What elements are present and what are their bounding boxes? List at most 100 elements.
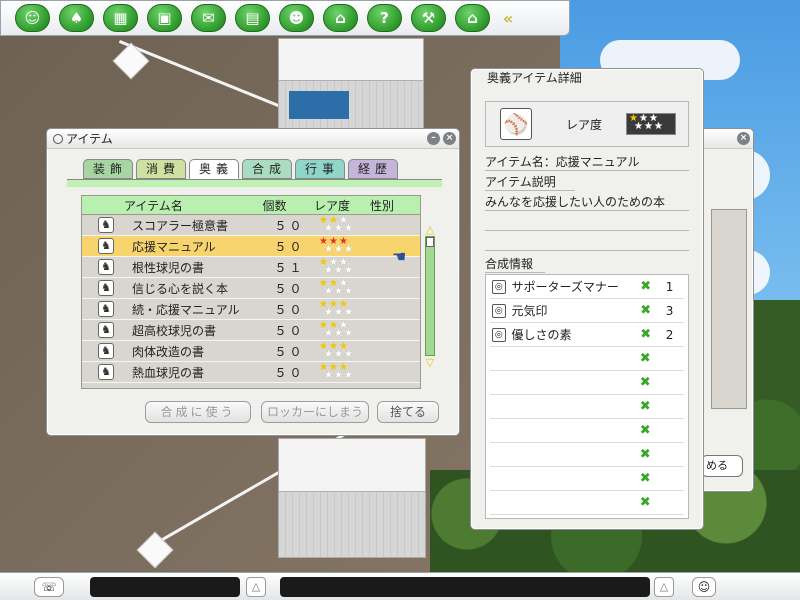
discard-button[interactable]: 捨てる: [377, 401, 439, 423]
home-icon[interactable]: ⌂: [455, 4, 490, 32]
item-rarity: ★ ★ ★ ★ ★ ★: [317, 321, 377, 339]
rarity-star-icon: ★: [654, 121, 663, 132]
book-item-icon: ♞: [98, 322, 114, 338]
compose-mark-icon: ✖: [639, 351, 651, 366]
list-item[interactable]: ♞ 応援マニュアル ５０ ★ ★ ★ ★ ★ ★: [82, 236, 420, 257]
back-list-panel: [711, 209, 747, 409]
player-icon[interactable]: ♠: [59, 4, 94, 32]
baseball-item-icon: ⚾: [500, 108, 532, 140]
scroll-down-icon[interactable]: ▽: [423, 356, 437, 369]
item-name: 熱血球児の書: [132, 365, 205, 380]
back-window: × める: [700, 128, 754, 492]
compose-qty: 1: [665, 279, 674, 294]
tab-compose[interactable]: 合成: [242, 159, 292, 179]
item-rarity: ★ ★ ★ ★ ★ ★: [317, 279, 377, 297]
tab-equip[interactable]: 装飾: [83, 159, 133, 179]
compose-mark-icon: ✖: [639, 423, 651, 438]
close-icon[interactable]: ×: [737, 132, 750, 145]
compose-item-name: 元気印: [511, 304, 548, 318]
compose-mark-icon: ✖: [639, 495, 651, 510]
item-rarity: ★ ★ ★ ★ ★ ★: [317, 300, 377, 318]
item-name: 続・応援マニュアル: [132, 302, 240, 317]
notebook-icon[interactable]: ▤: [235, 4, 270, 32]
compose-item-name: 優しさの素: [511, 328, 572, 342]
profile-icon[interactable]: ☺: [15, 4, 50, 32]
rarity-star-icon: ★: [334, 307, 343, 318]
close-icon[interactable]: ×: [443, 132, 456, 145]
book-item-icon: ♞: [98, 343, 114, 359]
building-icon[interactable]: ⌂: [323, 4, 358, 32]
item-window-titlebar[interactable]: アイテム – ×: [47, 129, 459, 149]
rarity-star-icon: ★: [344, 328, 353, 339]
up-arrow-icon[interactable]: △: [654, 577, 674, 597]
rarity-star-icon: ★: [324, 286, 333, 297]
compose-qty: 3: [665, 303, 674, 318]
tab-history[interactable]: 経歴: [348, 159, 398, 179]
list-item[interactable]: ♞ 超高校球児の書 ５０ ★ ★ ★ ★ ★ ★: [82, 320, 420, 341]
rarity-star-icon: ★: [324, 370, 333, 381]
item-tabs: 装飾 消費 奥義 合成 行事 経歴: [83, 159, 398, 179]
compose-row: ✖: [490, 371, 684, 395]
bottom-bar: ☏ △ △ ☺: [0, 572, 800, 600]
item-rarity: ★ ★ ★ ★ ★ ★: [317, 363, 377, 381]
item-count: ５０: [274, 239, 305, 254]
message-input[interactable]: [280, 577, 650, 597]
list-item[interactable]: ♞ 根性球児の書 ５１ ★ ★ ★ ★ ★ ★: [82, 257, 420, 278]
list-item[interactable]: ♞ 熱血球児の書 ５０ ★ ★ ★ ★ ★ ★: [82, 362, 420, 383]
list-item[interactable]: ♞ 肉体改造の書 ５０ ★ ★ ★ ★ ★ ★: [82, 341, 420, 362]
item-rarity: ★ ★ ★ ★ ★ ★: [317, 258, 377, 276]
compose-mark-icon: ✖: [640, 327, 652, 342]
store-locker-button[interactable]: ロッカーにしまう: [261, 401, 369, 423]
rarity-star-icon: ★: [334, 244, 343, 255]
compose-row: ✖: [490, 419, 684, 443]
item-list: アイテム名 個数 レア度 性別 ♞ スコアラー極意書 ５０ ★ ★ ★ ★ ★ ★ ♞ 応援マニュア…: [81, 195, 421, 389]
collapse-toolbar-icon[interactable]: «: [499, 8, 517, 28]
tab-secret[interactable]: 奥義: [189, 159, 239, 179]
compose-qty: 2: [665, 327, 674, 342]
rarity-star-icon: ★: [634, 121, 643, 132]
scroll-track[interactable]: [425, 236, 435, 356]
gift-icon[interactable]: ▣: [147, 4, 182, 32]
tab-event[interactable]: 行事: [295, 159, 345, 179]
list-item[interactable]: ♞ 続・応援マニュアル ５０ ★ ★ ★ ★ ★ ★: [82, 299, 420, 320]
scroll-thumb[interactable]: [426, 237, 434, 247]
item-count: ５０: [274, 281, 305, 296]
scroll-up-icon[interactable]: △: [423, 223, 437, 236]
chat-icon[interactable]: ☏: [34, 577, 64, 597]
up-arrow-icon[interactable]: △: [246, 577, 266, 597]
tab-consume[interactable]: 消費: [136, 159, 186, 179]
compose-row: ✖: [490, 347, 684, 371]
item-count: ５０: [274, 218, 305, 233]
minimize-icon[interactable]: –: [427, 132, 440, 145]
detail-window: 奥義アイテム詳細 ⚾ レア度 ★ ★ ★ ★ ★ ★ アイテム名：応援マニュアル アイテム…: [470, 68, 704, 530]
film-icon[interactable]: ▦: [103, 4, 138, 32]
rarity-star-icon: ★: [334, 265, 343, 276]
back-window-button[interactable]: める: [701, 455, 743, 477]
item-count: ５１: [274, 260, 305, 275]
top-toolbar: ☺ ♠ ▦ ▣ ✉ ▤ ☻ ⌂? ⚒ ⌂ «: [0, 0, 570, 36]
friends-icon[interactable]: ☻: [279, 4, 314, 32]
chat-input[interactable]: [90, 577, 240, 597]
item-count: ５０: [274, 365, 305, 380]
compose-row: ◎ 元気印 ✖ 3: [490, 299, 684, 323]
message-icon[interactable]: ✉: [191, 4, 226, 32]
emote-icon[interactable]: ☺: [692, 577, 716, 597]
rarity-star-icon: ★: [344, 244, 353, 255]
compose-list: ◎ サポーターズマナー ✖ 1 ◎ 元気印 ✖ 3 ◎ 優しさの素 ✖ 2 ✖ ✖ ✖ ✖ ✖ ✖ ✖: [485, 274, 689, 519]
item-count: ５０: [274, 323, 305, 338]
rarity-star-icon: ★: [334, 370, 343, 381]
header-name: アイテム名: [124, 198, 183, 213]
compose-item-name: サポーターズマナー: [511, 280, 619, 294]
item-name: 根性球児の書: [132, 260, 205, 275]
tab-strip: [67, 179, 442, 187]
list-scrollbar[interactable]: △ ▽: [423, 223, 437, 379]
list-item[interactable]: ♞ 信じる心を説く本 ５０ ★ ★ ★ ★ ★ ★: [82, 278, 420, 299]
compose-mark-icon: ✖: [640, 303, 652, 318]
rarity-star-icon: ★: [324, 349, 333, 360]
compose-row: ◎ サポーターズマナー ✖ 1: [490, 275, 684, 299]
use-compose-button[interactable]: 合成に使う: [145, 401, 251, 423]
list-item[interactable]: ♞ スコアラー極意書 ５０ ★ ★ ★ ★ ★ ★: [82, 215, 420, 236]
help-icon[interactable]: ?: [367, 4, 402, 32]
bat-icon[interactable]: ⚒: [411, 4, 446, 32]
rarity-stars: ★ ★ ★ ★ ★ ★: [626, 113, 676, 135]
